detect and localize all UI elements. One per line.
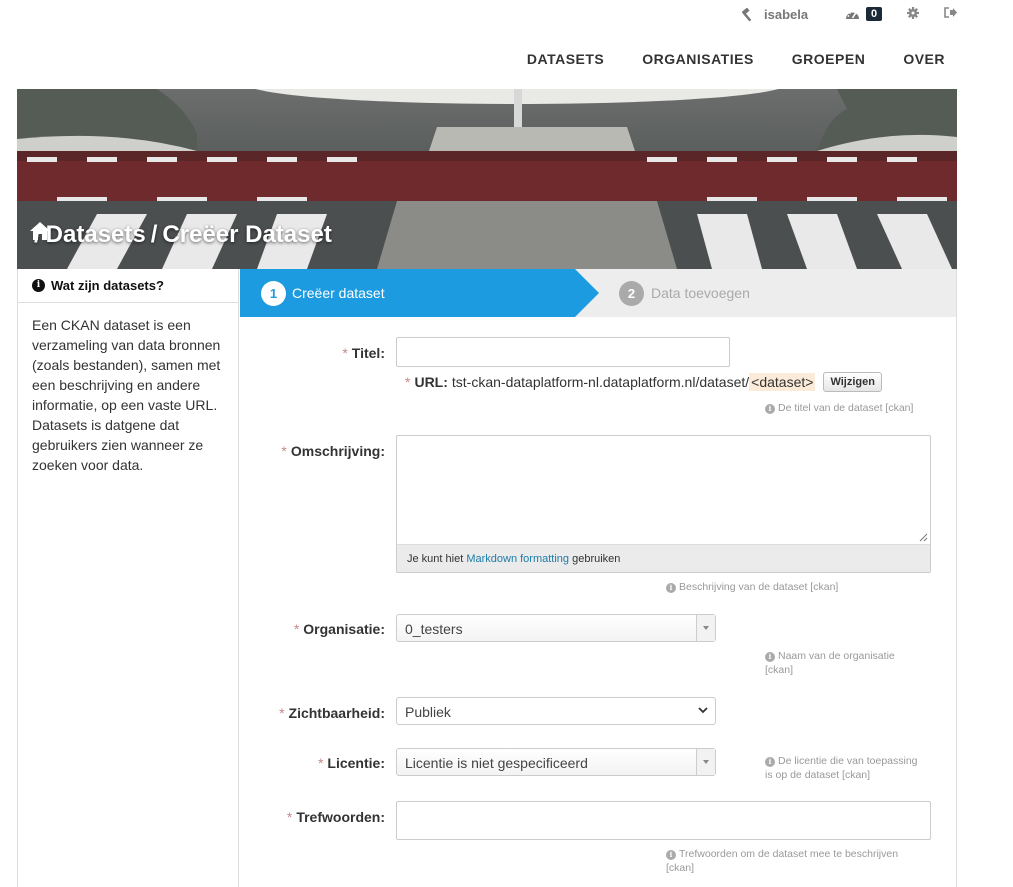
required-mark: * — [317, 755, 324, 771]
label-text: Organisatie: — [303, 621, 385, 637]
markdown-hint: Je kunt hiet Markdown formatting gebruik… — [397, 544, 930, 572]
stage-number: 1 — [261, 281, 286, 306]
tags-label: * Trefwoorden: — [260, 809, 385, 825]
help-text: [ckan] — [765, 664, 794, 676]
help-text: is op de dataset [ckan] — [765, 769, 871, 781]
description-textarea[interactable]: Je kunt hiet Markdown formatting gebruik… — [396, 435, 931, 573]
organisation-value: 0_testers — [405, 621, 463, 637]
info-icon: i — [765, 757, 775, 767]
url-edit-button[interactable]: Wijzigen — [823, 372, 882, 392]
label-text: Licentie: — [327, 755, 385, 771]
username[interactable]: isabela — [764, 7, 808, 22]
required-mark: * — [286, 809, 293, 825]
visibility-value: Publiek — [405, 704, 451, 720]
markdown-suffix: gebruiken — [572, 553, 621, 565]
required-mark: * — [405, 374, 411, 390]
license-help: i De licentie die van toepassing is op de… — [765, 754, 918, 782]
dataset-form: 1 Creëer dataset 2 Data toevoegen * Titel… — [240, 269, 957, 887]
stage-label: Creëer dataset — [292, 285, 385, 301]
description-help: i Beschrijving van de dataset [ckan] — [666, 580, 838, 594]
info-icon: i — [765, 404, 775, 414]
required-mark: * — [293, 621, 300, 637]
info-icon: i — [765, 652, 775, 662]
chevron-down-icon — [698, 707, 708, 714]
help-text: De titel van de dataset [ckan] — [778, 402, 914, 414]
nav-datasets[interactable]: DATASETS — [527, 51, 604, 67]
title-input[interactable] — [396, 337, 730, 367]
title-help: i De titel van de dataset [ckan] — [765, 401, 913, 415]
url-base: tst-ckan-dataplatform-nl.dataplatform.nl… — [451, 374, 750, 390]
markdown-link[interactable]: Markdown formatting — [466, 553, 569, 565]
title-label: * Titel: — [310, 345, 385, 361]
label-text: Omschrijving: — [290, 443, 385, 459]
info-icon: i — [666, 583, 676, 593]
info-icon: i — [32, 279, 45, 292]
resize-handle-icon[interactable] — [918, 532, 928, 542]
nav-groepen[interactable]: GROEPEN — [792, 51, 866, 67]
description-label: * Omschrijving: — [260, 443, 385, 459]
dashboard-link[interactable]: 0 — [845, 7, 883, 21]
nav-organisaties[interactable]: ORGANISATIES — [642, 51, 754, 67]
license-select[interactable]: Licentie is niet gespecificeerd — [396, 748, 716, 776]
breadcrumb-datasets[interactable]: Datasets — [46, 221, 146, 249]
sidebar-description: Een CKAN dataset is een verzameling van … — [32, 317, 221, 473]
user-link[interactable]: isabela — [740, 7, 808, 22]
home-icon[interactable] — [29, 221, 51, 241]
sidebar-heading: i Wat zijn datasets? — [18, 269, 238, 303]
label-text: Titel: — [351, 345, 385, 361]
organisation-help: i Naam van de organisatie [ckan] — [765, 649, 895, 677]
url-slug: <dataset> — [749, 373, 816, 391]
stage-arrow — [575, 269, 599, 317]
hero-banner: / Datasets / Creëer Dataset — [17, 89, 957, 269]
breadcrumb-separator: / — [150, 221, 158, 248]
info-icon: i — [666, 850, 676, 860]
chevron-down-icon[interactable] — [696, 749, 715, 775]
tags-help: i Trefwoorden om de dataset mee te beschr… — [666, 847, 898, 875]
tags-input[interactable] — [396, 801, 931, 840]
license-label: * Licentie: — [260, 755, 385, 771]
description-value[interactable] — [397, 436, 930, 544]
breadcrumb: / Datasets / Creëer Dataset — [29, 221, 332, 249]
chevron-down-icon[interactable] — [696, 615, 715, 641]
sidebar: i Wat zijn datasets? Een CKAN dataset is… — [17, 269, 239, 887]
help-text: Trefwoorden om de dataset mee te beschri… — [679, 848, 899, 860]
help-text: Beschrijving van de dataset [ckan] — [679, 581, 839, 593]
dashboard-count-badge: 0 — [866, 7, 883, 21]
required-mark: * — [281, 443, 287, 459]
stage-bar: 1 Creëer dataset 2 Data toevoegen — [240, 269, 956, 317]
stage-number: 2 — [619, 281, 644, 306]
markdown-prefix: Je kunt hiet — [407, 553, 464, 565]
dashboard-icon — [846, 10, 859, 19]
help-text: [ckan] — [666, 862, 695, 874]
organisation-select[interactable]: 0_testers — [396, 614, 716, 642]
organisation-label: * Organisatie: — [260, 621, 385, 637]
nav-over[interactable]: OVER — [903, 51, 945, 67]
stage-label: Data toevoegen — [651, 285, 750, 301]
visibility-label: * Zichtbaarheid: — [260, 705, 385, 721]
stage-create-dataset[interactable]: 1 Creëer dataset — [240, 269, 575, 317]
main-nav: DATASETS ORGANISATIES GROEPEN OVER — [527, 51, 945, 67]
url-label: URL: — [414, 374, 448, 390]
required-mark: * — [279, 705, 285, 721]
logout-icon — [944, 7, 957, 18]
settings-link[interactable] — [907, 7, 919, 19]
account-bar: isabela 0 — [0, 0, 1013, 30]
visibility-select[interactable]: Publiek — [396, 697, 716, 725]
logout-link[interactable] — [944, 7, 957, 18]
license-value: Licentie is niet gespecificeerd — [405, 755, 588, 771]
label-text: Zichtbaarheid: — [288, 705, 385, 721]
hammer-icon — [741, 7, 752, 21]
gear-icon — [907, 7, 919, 19]
label-text: Trefwoorden: — [296, 809, 385, 825]
help-text: Naam van de organisatie — [778, 650, 895, 662]
sidebar-title: Wat zijn datasets? — [51, 278, 164, 293]
url-row: * URL: tst-ckan-dataplatform-nl.dataplat… — [405, 372, 882, 392]
breadcrumb-current[interactable]: Creëer Dataset — [162, 221, 331, 249]
help-text: De licentie die van toepassing — [778, 755, 918, 767]
required-mark: * — [342, 345, 348, 361]
